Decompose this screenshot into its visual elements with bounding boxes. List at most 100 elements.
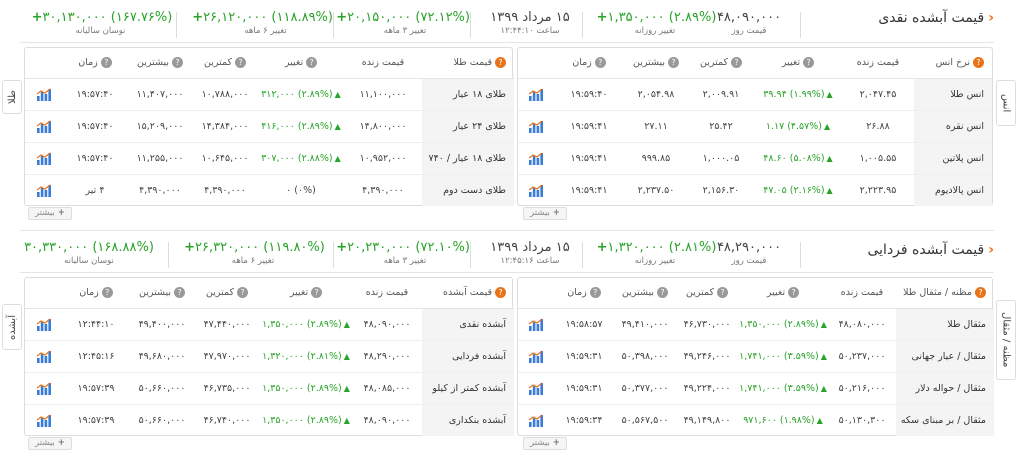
chart-icon[interactable] bbox=[36, 350, 52, 363]
table-row[interactable]: مثقال / حواله دلار ۵۰,۲۱۶,۰۰۰ ▲(۳.۵۹%) ۱,۷… bbox=[518, 372, 994, 405]
plus-icon: + bbox=[596, 240, 608, 255]
row-name[interactable]: انس پالادیوم bbox=[914, 174, 992, 206]
change-value: (۲.۸۹%) ۳۱۲,۰۰۰ bbox=[261, 88, 333, 100]
section-title[interactable]: قیمت آبشده فردایی › bbox=[867, 242, 994, 258]
more-button[interactable]: +بیشتر bbox=[28, 437, 72, 450]
chart-icon[interactable] bbox=[36, 414, 52, 428]
table-row[interactable]: طلای دست دوم ۴,۳۹۰,۰۰۰ (۰%) ۰ ۴,۳۹۰,۰۰۰ ۴,۳۹… bbox=[25, 174, 514, 206]
side-tab-gold[interactable]: طلا bbox=[2, 80, 22, 114]
row-name[interactable]: مثقال / حواله دلار bbox=[896, 372, 994, 405]
row-price: ۵۰,۲۳۷,۰۰۰ bbox=[828, 340, 896, 373]
chart-icon[interactable] bbox=[528, 184, 544, 198]
chart-icon[interactable] bbox=[36, 382, 52, 395]
chart-link[interactable] bbox=[25, 404, 62, 436]
chart-link[interactable] bbox=[518, 340, 554, 373]
row-high: ۱۱,۴۰۷,۰۰۰ bbox=[128, 78, 192, 111]
row-change: ▲(۲.۸۹%) ۳۱۲,۰۰۰ bbox=[258, 78, 344, 111]
more-button[interactable]: +بیشتر bbox=[28, 207, 72, 220]
chart-icon[interactable] bbox=[528, 382, 544, 395]
row-low: ۲۵.۴۲ bbox=[688, 110, 754, 143]
row-name[interactable]: طلای ۱۸ عیار bbox=[422, 78, 514, 111]
table-row[interactable]: انس پالادیوم ۲,۲۲۳.۹۵ ▲(۲.۱۶%) ۴۷.۰۵ ۲,۱۵۶.… bbox=[518, 174, 992, 206]
divider bbox=[333, 242, 334, 268]
chart-link[interactable] bbox=[518, 372, 554, 405]
row-name[interactable]: انس نقره bbox=[914, 110, 992, 143]
chart-link[interactable] bbox=[25, 78, 62, 111]
row-change: (۰%) ۰ bbox=[258, 174, 344, 206]
row-name[interactable]: مثقال / عیار جهانی bbox=[896, 340, 994, 373]
table-row[interactable]: طلای ۲۴ عیار ۱۴,۸۰۰,۰۰۰ ▲(۲.۸۹%) ۴۱۶,۰۰۰ ۱۴… bbox=[25, 110, 514, 143]
chart-icon[interactable] bbox=[528, 414, 544, 428]
row-name[interactable]: آبشده نقدی bbox=[422, 308, 514, 341]
chart-icon[interactable] bbox=[36, 88, 52, 101]
chart-icon[interactable] bbox=[528, 120, 544, 133]
table-row[interactable]: آبشده کمتر از کیلو ۴۸,۰۸۵,۰۰۰ ▲(۲.۸۹%) ۱,۳… bbox=[25, 372, 514, 405]
section-title[interactable]: قیمت آبشده نقدی › bbox=[878, 10, 994, 26]
side-tab-molten[interactable]: آبشده bbox=[2, 304, 22, 350]
chart-icon[interactable] bbox=[528, 88, 544, 101]
table-row[interactable]: انس پلاتین ۱,۰۰۵.۵۵ ▲(۵.۰۸%) ۴۸.۶۰ ۱,۰۰۰.۰۵… bbox=[518, 142, 992, 175]
chart-link[interactable] bbox=[518, 110, 554, 143]
row-time: ۱۹:۵۸:۵۷ bbox=[554, 308, 614, 341]
table-row[interactable]: آبشده بنکداری ۴۸,۰۹۰,۰۰۰ ▲(۲.۸۹%) ۱,۳۵۰,۰۰… bbox=[25, 404, 514, 436]
chart-link[interactable] bbox=[25, 340, 62, 373]
chart-icon[interactable] bbox=[36, 152, 52, 165]
side-tab-mesghal[interactable]: مظنه / مثقال bbox=[996, 300, 1016, 380]
row-name[interactable]: آبشده کمتر از کیلو bbox=[422, 372, 514, 405]
plus-icon: + bbox=[552, 438, 560, 448]
table-row[interactable]: طلای ۱۸ عیار ۱۱,۱۰۰,۰۰۰ ▲(۲.۸۹%) ۳۱۲,۰۰۰ ۱۰… bbox=[25, 78, 514, 111]
row-name[interactable]: مثقال طلا bbox=[896, 308, 994, 341]
table-body: انس طلا ۲,۰۴۷.۴۵ ▲(۱.۹۹%) ۳۹.۹۴ ۲,۰۰۹.۹۱ ۲,۰… bbox=[518, 78, 992, 206]
row-low: ۴۶,۷۳۰,۰۰۰ bbox=[676, 308, 738, 341]
row-name[interactable]: طلای ۱۸ عیار / ۷۴۰ bbox=[422, 142, 514, 175]
row-low: ۴۶,۷۴۰,۰۰۰ bbox=[203, 414, 251, 426]
chart-link[interactable] bbox=[25, 174, 62, 206]
chart-icon[interactable] bbox=[528, 350, 544, 363]
chart-link[interactable] bbox=[25, 110, 62, 143]
chart-icon[interactable] bbox=[528, 318, 544, 331]
chart-link[interactable] bbox=[518, 174, 554, 206]
chart-icon[interactable] bbox=[36, 120, 52, 133]
chart-icon[interactable] bbox=[36, 184, 52, 198]
chart-link[interactable] bbox=[518, 142, 554, 175]
row-name[interactable]: طلای دست دوم bbox=[422, 174, 514, 206]
table-row[interactable]: آبشده فردایی ۴۸,۲۹۰,۰۰۰ ▲(۲.۸۱%) ۱,۳۲۰,۰۰۰… bbox=[25, 340, 514, 373]
row-name[interactable]: انس طلا bbox=[914, 78, 992, 111]
chart-icon[interactable] bbox=[528, 152, 544, 165]
row-name[interactable]: آبشده بنکداری bbox=[422, 404, 514, 436]
chart-link[interactable] bbox=[518, 308, 554, 341]
chart-icon[interactable] bbox=[36, 318, 52, 331]
table-row[interactable]: انس طلا ۲,۰۴۷.۴۵ ▲(۱.۹۹%) ۳۹.۹۴ ۲,۰۰۹.۹۱ ۲,۰… bbox=[518, 78, 992, 111]
table-row[interactable]: آبشده نقدی ۴۸,۰۹۰,۰۰۰ ▲(۲.۸۹%) ۱,۳۵۰,۰۰۰ ۴۷… bbox=[25, 308, 514, 341]
row-change: ▲(۵.۰۸%) ۴۸.۶۰ bbox=[754, 142, 842, 175]
row-name[interactable]: طلای ۲۴ عیار bbox=[422, 110, 514, 143]
chart-link[interactable] bbox=[25, 308, 62, 341]
section-divider bbox=[20, 272, 994, 273]
row-high: ۵۰,۳۹۸,۰۰۰ bbox=[614, 340, 676, 373]
row-name[interactable]: انس پلاتین bbox=[914, 142, 992, 175]
table-row[interactable]: انس نقره ۲۶.۸۸ ▲(۴.۵۷%) ۱.۱۷ ۲۵.۴۲ ۲۷.۱۱ ۱۹:۵… bbox=[518, 110, 992, 143]
row-high: ۵۰,۶۶۰,۰۰۰ bbox=[138, 414, 186, 426]
row-change: ▲(۲.۸۱%) ۱,۳۲۰,۰۰۰ bbox=[260, 340, 352, 373]
side-tab-ounce[interactable]: انس bbox=[996, 80, 1016, 126]
row-name[interactable]: آبشده فردایی bbox=[422, 340, 514, 373]
row-time: ۱۹:۵۷:۴۰ bbox=[62, 142, 128, 175]
chart-link[interactable] bbox=[518, 78, 554, 111]
row-time: ۱۹:۵۹:۳۱ bbox=[554, 340, 614, 373]
chart-link[interactable] bbox=[518, 404, 554, 436]
row-name[interactable]: مثقال / بر مبنای سکه bbox=[896, 404, 994, 436]
stat-6m-change: (۱۱۹.۸۰%) ۲۶,۳۲۰,۰۰۰+ تغییر ۶ ماهه bbox=[184, 240, 325, 266]
more-button[interactable]: +بیشتر bbox=[523, 207, 567, 220]
change-value: (۲.۸۸%) ۳۰۷,۰۰۰ bbox=[261, 152, 333, 164]
table-row[interactable]: مثقال / عیار جهانی ۵۰,۲۳۷,۰۰۰ ▲(۳.۵۹%) ۱,۷… bbox=[518, 340, 994, 373]
row-change: ▲(۲.۸۹%) ۱,۳۵۰,۰۰۰ bbox=[738, 308, 828, 341]
more-button[interactable]: +بیشتر bbox=[523, 437, 567, 450]
table-row[interactable]: مثقال طلا ۴۸,۰۸۰,۰۰۰ ▲(۲.۸۹%) ۱,۳۵۰,۰۰۰ ۴۶,… bbox=[518, 308, 994, 341]
table-row[interactable]: طلای ۱۸ عیار / ۷۴۰ ۱۰,۹۵۲,۰۰۰ ▲(۲.۸۸%) ۳۰۷… bbox=[25, 142, 514, 175]
table-row[interactable]: مثقال / بر مبنای سکه ۵۰,۱۳۰,۳۰۰ ▲(۱.۹۸%) ۹… bbox=[518, 404, 994, 436]
chart-link[interactable] bbox=[25, 142, 62, 175]
row-time: ۱۲:۴۵:۱۶ bbox=[62, 340, 130, 373]
section-divider bbox=[20, 230, 994, 231]
chart-link[interactable] bbox=[25, 372, 62, 405]
row-time: ۱۹:۵۹:۴۱ bbox=[570, 184, 608, 196]
